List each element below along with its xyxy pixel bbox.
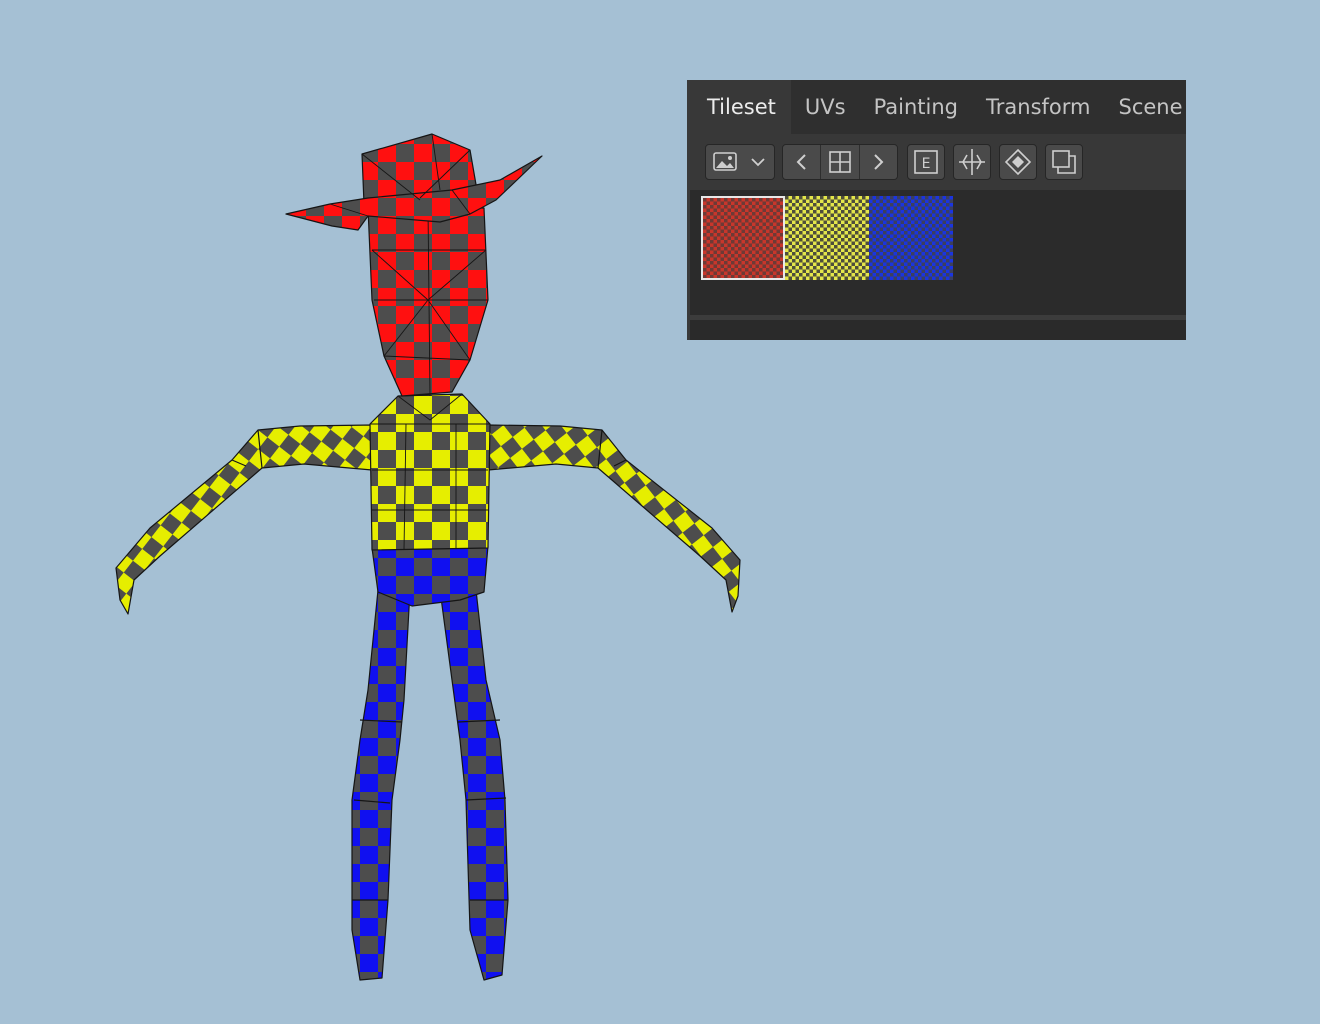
red-checker-tile[interactable] <box>701 196 785 280</box>
grid-layout-icon <box>829 151 851 173</box>
image-icon <box>713 152 765 171</box>
tab-scene[interactable]: Scene <box>1104 80 1196 134</box>
align-tool-button[interactable] <box>953 144 991 180</box>
tileset-panel: Tileset UVs Painting Transform Scene E <box>687 80 1186 340</box>
right-leg <box>439 589 509 981</box>
layers-icon <box>1004 148 1032 176</box>
chevron-right-icon <box>874 154 884 170</box>
tab-transform[interactable]: Transform <box>972 80 1104 134</box>
panel-tab-bar: Tileset UVs Painting Transform Scene <box>690 80 1186 134</box>
prev-tile-button[interactable] <box>783 145 822 179</box>
tab-scene-label: Scene <box>1118 95 1183 119</box>
chevron-down-icon <box>751 158 765 167</box>
tab-uvs[interactable]: UVs <box>791 80 860 134</box>
blue-checker-tile[interactable] <box>869 196 953 280</box>
edit-icon: E <box>914 150 938 174</box>
align-tool-icon <box>959 149 985 175</box>
left-arm <box>115 424 373 615</box>
tab-tileset-label: Tileset <box>707 95 776 119</box>
yellow-checker-tile[interactable] <box>785 196 869 280</box>
left-leg <box>351 589 411 981</box>
horizontal-scrollbar[interactable] <box>690 315 1186 340</box>
next-tile-button[interactable] <box>859 145 897 179</box>
hips <box>371 545 489 607</box>
tile-list <box>701 196 953 280</box>
tab-uvs-label: UVs <box>804 95 846 119</box>
layers-button[interactable] <box>999 144 1037 180</box>
torso <box>369 393 491 551</box>
svg-text:E: E <box>922 156 931 172</box>
chevron-left-icon <box>796 154 806 170</box>
tab-painting-label: Painting <box>873 95 959 119</box>
tile-nav-group <box>782 144 898 180</box>
copy-icon <box>1052 150 1076 174</box>
tileset-toolbar: E <box>690 134 1186 190</box>
copy-button[interactable] <box>1045 144 1083 180</box>
tab-painting[interactable]: Painting <box>860 80 972 134</box>
tab-tileset[interactable]: Tileset <box>690 80 791 134</box>
right-arm <box>487 424 741 613</box>
edit-button[interactable]: E <box>907 144 945 180</box>
grid-layout-button[interactable] <box>821 145 860 179</box>
tab-transform-label: Transform <box>986 95 1091 119</box>
image-dropdown-button[interactable] <box>705 144 775 180</box>
